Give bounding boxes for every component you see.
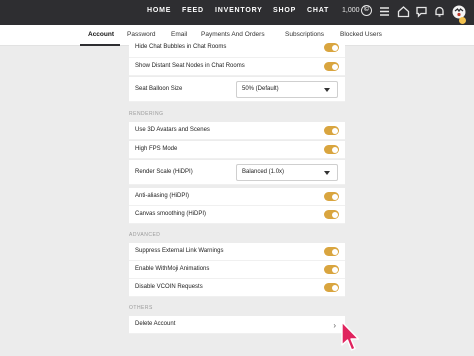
setting-disable-vcoin: Disable VCOIN Requests (129, 279, 345, 297)
setting-label: Enable WithMoji Animations (135, 266, 210, 272)
setting-hide-bubbles: Hide Chat Bubbles in Chat Rooms (129, 40, 345, 58)
section-title-others: OTHERS (129, 305, 153, 311)
disable-vcoin-toggle[interactable] (324, 283, 339, 292)
select-value: Balanced (1.0x) (242, 169, 285, 175)
render-scale-select[interactable]: Balanced (1.0x) (236, 164, 338, 181)
setting-label: Use 3D Avatars and Scenes (135, 127, 210, 133)
antialiasing-toggle[interactable] (324, 192, 339, 201)
setting-label: Canvas smoothing (HiDPI) (135, 211, 207, 217)
setting-antialiasing: Anti-aliasing (HiDPI) (129, 188, 345, 206)
hide-bubbles-toggle[interactable] (324, 43, 339, 52)
3d-avatars-toggle[interactable] (324, 126, 339, 135)
setting-canvas-smoothing: Canvas smoothing (HiDPI) (129, 206, 345, 224)
canvas-smoothing-toggle[interactable] (324, 210, 339, 219)
withmoji-toggle[interactable] (324, 265, 339, 274)
suppress-warnings-toggle[interactable] (324, 247, 339, 256)
delete-account-row[interactable]: Delete Account › (129, 316, 345, 334)
show-seat-nodes-toggle[interactable] (324, 62, 339, 71)
setting-label: Disable VCOIN Requests (135, 284, 203, 290)
setting-suppress-warnings: Suppress External Link Warnings (129, 243, 345, 261)
setting-3d-avatars: Use 3D Avatars and Scenes (129, 122, 345, 140)
section-title-advanced: ADVANCED (129, 232, 161, 238)
setting-label: Delete Account (135, 321, 176, 327)
setting-label: Hide Chat Bubbles in Chat Rooms (135, 44, 227, 50)
section-title-rendering: RENDERING (129, 111, 164, 117)
setting-label: Anti-aliasing (HiDPI) (135, 193, 190, 199)
setting-label: Show Distant Seat Nodes in Chat Rooms (135, 63, 245, 69)
setting-high-fps: High FPS Mode (129, 141, 345, 159)
setting-show-seat-nodes: Show Distant Seat Nodes in Chat Rooms (129, 58, 345, 76)
seat-balloon-select[interactable]: 50% (Default) (236, 81, 338, 98)
mouse-cursor-icon (341, 321, 360, 351)
setting-label: Render Scale (HiDPI) (135, 169, 193, 175)
caret-down-icon (324, 171, 330, 175)
setting-withmoji: Enable WithMoji Animations (129, 261, 345, 279)
setting-label: High FPS Mode (135, 146, 178, 152)
select-value: 50% (Default) (242, 86, 279, 92)
chevron-right-icon: › (333, 321, 336, 330)
setting-label: Seat Balloon Size (135, 86, 183, 92)
high-fps-toggle[interactable] (324, 145, 339, 154)
setting-render-scale: Render Scale (HiDPI) Balanced (1.0x) (129, 160, 345, 185)
setting-seat-balloon: Seat Balloon Size 50% (Default) (129, 77, 345, 102)
settings-content: Hide Chat Bubbles in Chat Rooms Show Dis… (0, 0, 474, 356)
setting-label: Suppress External Link Warnings (135, 248, 224, 254)
caret-down-icon (324, 88, 330, 92)
